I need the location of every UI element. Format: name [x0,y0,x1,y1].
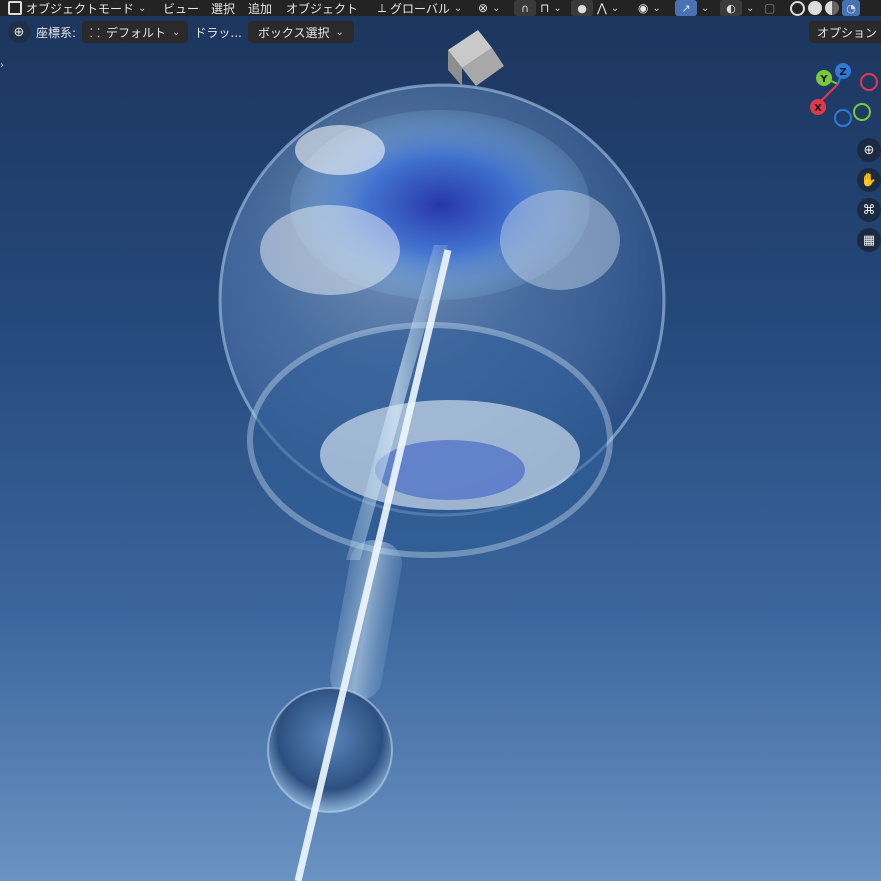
pivot-icon: ⊗ [478,1,489,15]
chevron-down-icon: ⌄ [138,2,147,14]
mode-label: オブジェクトモード [26,1,135,16]
falloff-icon: ⋀ [597,1,607,15]
navigation-gizmo[interactable]: Y Z X [804,62,878,128]
tool-settings: ⊕ 座標系: ⸬ デフォルト ⌄ ドラッ... ボックス選択 ⌄ [8,20,354,44]
glass-bell [218,83,666,558]
transform-orientation-icon: ⟂ [378,0,387,15]
overlay-toggle[interactable]: ◐ ⌄ [720,0,754,16]
menu-add[interactable]: 追加 [248,0,272,16]
orientation-dropdown[interactable]: ⟂ グローバル ⌄ [378,0,462,16]
camera-icon[interactable]: ⌘ [857,198,881,222]
hanger-cube [448,30,504,86]
options-area: オプション ⌄ [809,20,881,44]
coord-value: デフォルト [106,25,167,40]
pivot-dropdown[interactable]: ⊗ ⌄ [478,0,500,16]
axis-neg-z-icon [834,109,852,127]
snap-target-icon: ⊓ [540,1,550,15]
xray-icon: ▢ [764,1,776,15]
ortho-grid-icon[interactable]: ▦ [857,228,881,252]
wind-chime-scene [218,30,666,881]
chevron-down-icon: ⌄ [652,2,661,14]
chevron-down-icon: ⌄ [553,2,562,14]
axes-icon: ⸬ [90,25,100,40]
svg-text:X: X [814,103,822,114]
shading-modes: ◔ [790,0,860,16]
shading-wire-icon[interactable] [790,0,805,16]
menu-object[interactable]: オブジェクト [286,0,358,16]
visibility-icon: ◉ [638,1,649,15]
chevron-down-icon: ⌄ [492,2,501,14]
orientation-label: グローバル [390,1,450,16]
menu-view[interactable]: ビュー [163,0,199,16]
visibility-dropdown[interactable]: ◉ ⌄ [638,0,661,16]
svg-text:Y: Y [819,74,828,85]
options-label: オプション [817,25,878,40]
gizmo-toggle[interactable]: ↗ ⌄ [675,0,709,16]
chevron-down-icon: ⌄ [172,26,181,38]
axis-neg-y-icon [853,103,871,121]
mode-selector[interactable]: オブジェクトモード ⌄ [8,0,146,16]
coord-dropdown[interactable]: ⸬ デフォルト ⌄ [82,21,189,43]
3d-viewport[interactable]: オブジェクトモード ⌄ ビュー 選択 追加 オブジェクト ⟂ グローバル ⌄ ⊗… [0,0,881,881]
snap-icon: ∩ [514,0,536,16]
proportional-edit-icon: ● [571,0,593,16]
xray-toggle[interactable]: ▢ [764,0,775,16]
shading-material-icon[interactable] [825,1,839,15]
pan-hand-icon[interactable]: ✋ [857,168,881,192]
proportional-edit-toggle[interactable]: ● ⋀ ⌄ [571,0,619,16]
zoom-icon[interactable]: ⊕ [857,138,881,162]
options-dropdown[interactable]: オプション ⌄ [809,21,881,43]
chevron-down-icon: ⌄ [453,2,463,14]
chevron-down-icon: ⌄ [746,2,755,14]
svg-text:Z: Z [839,67,846,78]
axis-neg-x-icon [860,73,878,91]
menu-select[interactable]: 選択 [211,0,235,16]
snap-toggle[interactable]: ∩ ⊓ ⌄ [514,0,562,16]
gizmo-icon: ↗ [675,0,697,16]
shading-solid-icon[interactable] [808,1,822,15]
sidebar-toggle-icon[interactable]: › [0,60,4,71]
shading-rendered-icon[interactable]: ◔ [842,0,860,16]
object-mode-icon [8,1,22,15]
overlay-icon: ◐ [720,0,742,16]
coord-label: 座標系: [36,25,77,40]
drag-label: ドラッ... [194,25,242,40]
chevron-down-icon: ⌄ [335,26,344,38]
drag-value: ボックス選択 [257,25,330,40]
viewport-header: オブジェクトモード ⌄ ビュー 選択 追加 オブジェクト ⟂ グローバル ⌄ ⊗… [0,0,881,16]
drag-dropdown[interactable]: ボックス選択 ⌄ [247,21,354,43]
chevron-down-icon: ⌄ [610,2,620,14]
chevron-down-icon: ⌄ [701,2,710,14]
transform-tool-icon[interactable]: ⊕ [8,21,30,43]
